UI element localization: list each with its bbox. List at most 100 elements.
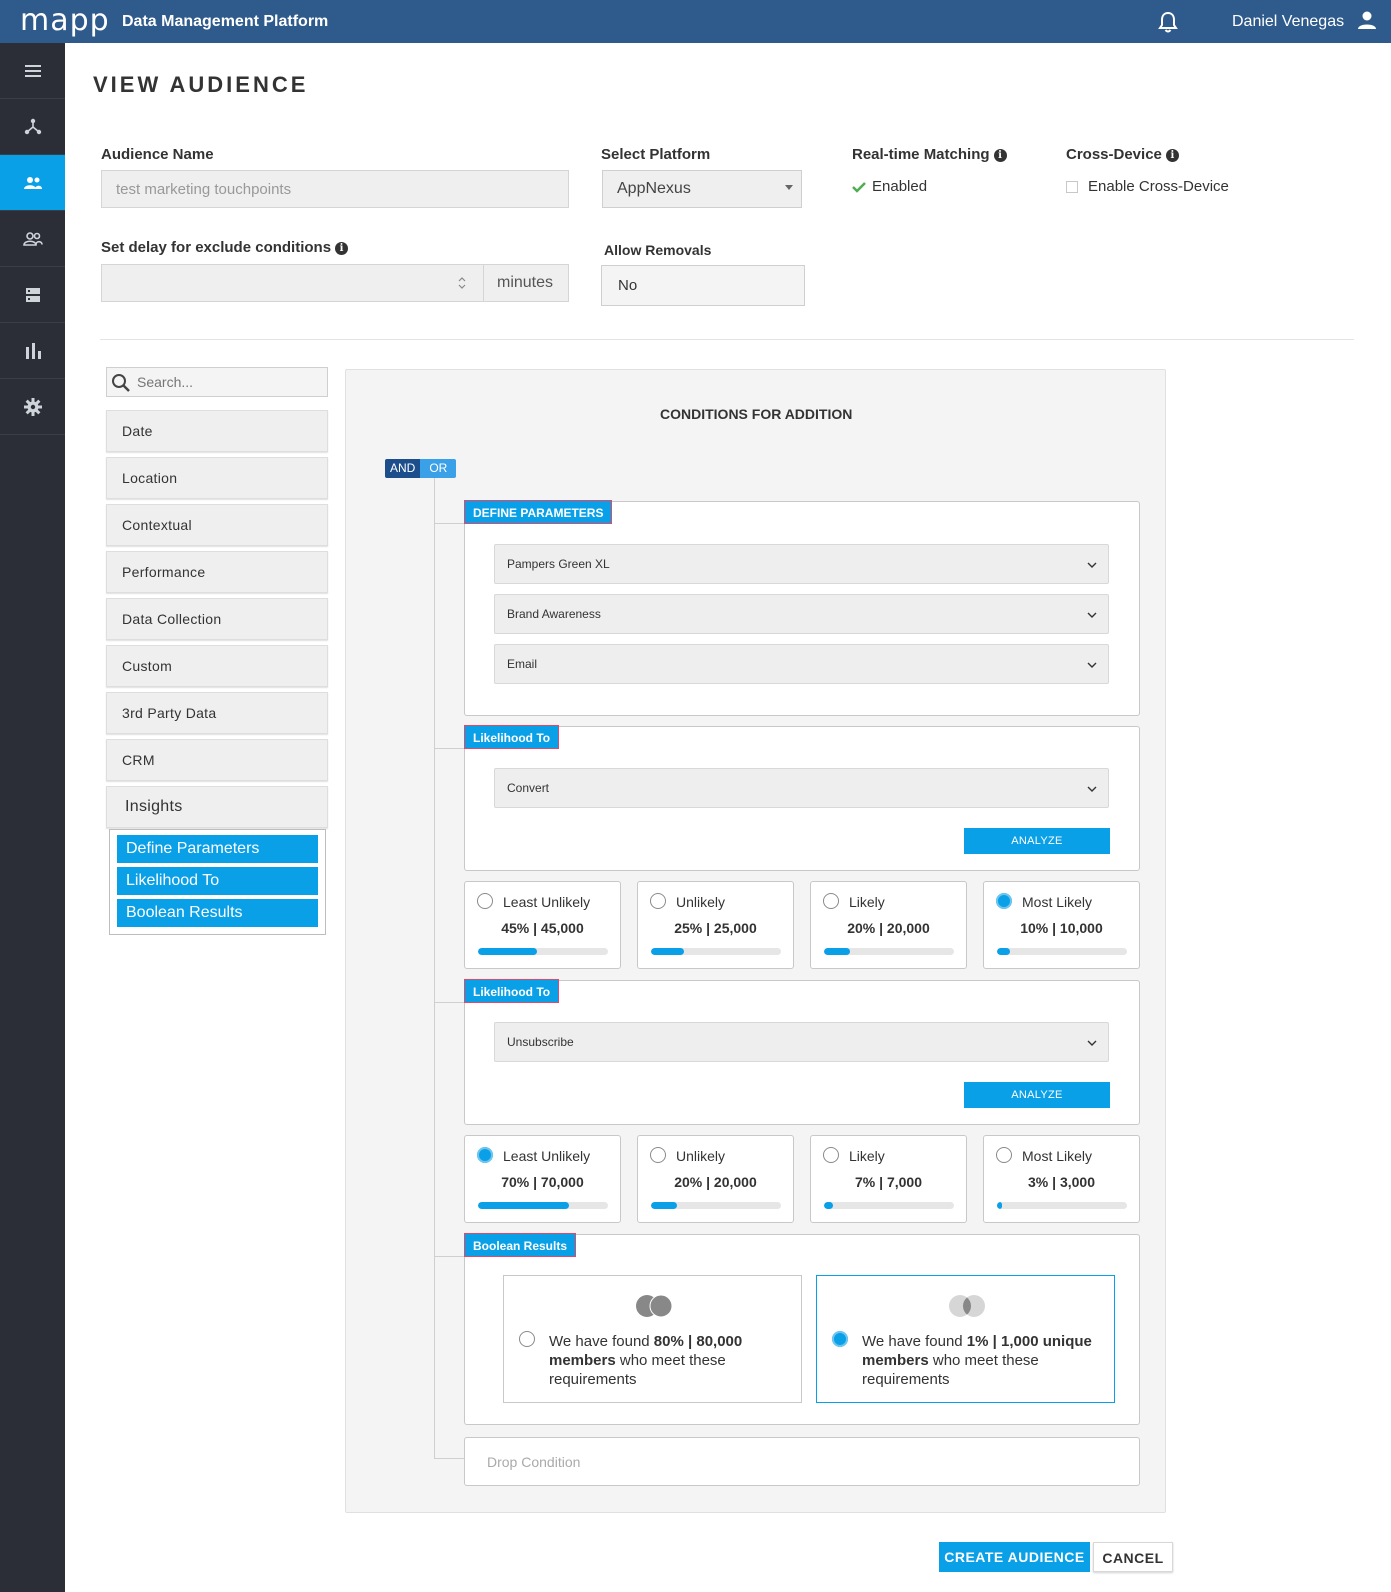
parameter-dropdown-goal[interactable]: Brand Awareness [494,594,1109,634]
sidebar-item-audience[interactable] [0,155,65,211]
and-or-toggle[interactable]: AND OR [385,459,457,478]
category-crm[interactable]: CRM [106,739,328,781]
dropdown-value: Convert [507,781,550,795]
category-location[interactable]: Location [106,457,328,499]
divider [100,339,1354,340]
likelihood-progress-bar [997,948,1127,955]
drop-condition-zone[interactable]: Drop Condition [464,1437,1140,1486]
venn-overlap-icon [636,1294,673,1318]
likelihood-radio[interactable] [996,1147,1012,1163]
likelihood-option-label: Least Unlikely [503,894,591,910]
bell-icon[interactable] [1158,11,1178,33]
and-button[interactable]: AND [385,459,421,478]
dropdown-value: Pampers Green XL [507,557,610,571]
boolean-radio[interactable] [832,1331,848,1347]
category-contextual[interactable]: Contextual [106,504,328,546]
sidebar-item-segments[interactable] [0,211,65,267]
likelihood-option-card[interactable]: Least Unlikely 45% | 45,000 [464,881,621,969]
check-icon [852,181,866,193]
category-date[interactable]: Date [106,410,328,452]
analyze-button[interactable]: ANALYZE [964,828,1110,854]
likelihood-radio[interactable] [823,893,839,909]
likelihood-option-card[interactable]: Unlikely 20% | 20,000 [637,1135,794,1223]
info-icon[interactable]: i [1165,149,1179,162]
category-3rd-party-data[interactable]: 3rd Party Data [106,692,328,734]
likelihood-option-card[interactable]: Likely 20% | 20,000 [810,881,967,969]
insight-likelihood-to[interactable]: Likelihood To [117,867,318,895]
likelihood-progress-bar [478,948,608,955]
info-icon[interactable]: i [335,242,349,255]
category-performance[interactable]: Performance [106,551,328,593]
likelihood-dropdown[interactable]: Unsubscribe [494,1022,1109,1062]
likelihood-radio[interactable] [823,1147,839,1163]
sidebar-item-settings[interactable] [0,379,65,435]
sidebar-item-menu[interactable] [0,43,65,99]
delay-input[interactable] [101,264,484,302]
likelihood-option-label: Least Unlikely [503,1148,591,1164]
likelihood-progress-bar [651,1202,781,1209]
chart-icon [25,342,41,359]
result-count: 80% | 80,000 [653,1333,743,1350]
define-parameters-tag: DEFINE PARAMETERS [464,500,613,524]
sidebar-item-network[interactable] [0,99,65,155]
likelihood-option-card[interactable]: Likely 7% | 7,000 [810,1135,967,1223]
boolean-result-text: We have found 80% | 80,000 members who m… [549,1332,794,1389]
likelihood-option-card[interactable]: Most Likely 3% | 3,000 [983,1135,1140,1223]
analyze-button[interactable]: ANALYZE [964,1082,1110,1108]
chevron-down-icon [1087,662,1097,668]
likelihood-option-card[interactable]: Most Likely 10% | 10,000 [983,881,1140,969]
likelihood-radio[interactable] [650,1147,666,1163]
likelihood-option-label: Likely [849,1148,885,1164]
search-input[interactable] [137,372,317,392]
likelihood-option-value: 25% | 25,000 [674,920,757,936]
realtime-status: Enabled [852,178,927,195]
sidebar-item-reports[interactable] [0,323,65,379]
likelihood-option-card[interactable]: Unlikely 25% | 25,000 [637,881,794,969]
cancel-button[interactable]: CANCEL [1093,1542,1173,1572]
parameter-dropdown-channel[interactable]: Email [494,644,1109,684]
parameter-dropdown-product[interactable]: Pampers Green XL [494,544,1109,584]
delay-label: Set delay for exclude conditions i [101,239,349,256]
tree-line [434,478,435,1458]
likelihood-progress-bar [478,1202,608,1209]
sidebar-item-data[interactable] [0,267,65,323]
caret-down-icon [785,185,793,190]
sidebar [0,43,65,1592]
removals-label: Allow Removals [604,242,712,258]
likelihood-radio[interactable] [650,893,666,909]
likelihood-radio[interactable] [996,893,1012,909]
search-box[interactable] [106,367,328,397]
realtime-value: Enabled [872,178,928,195]
boolean-result-unique[interactable]: We have found 1% | 1,000 unique members … [816,1275,1115,1403]
result-count: 1% | 1,000 unique [966,1333,1092,1350]
checkbox[interactable] [1066,180,1078,193]
or-button[interactable]: OR [420,459,457,478]
insight-define-parameters[interactable]: Define Parameters [117,835,318,863]
boolean-result-intersection[interactable]: We have found 80% | 80,000 members who m… [503,1275,802,1403]
likelihood-radio[interactable] [477,1147,493,1163]
insight-boolean-results[interactable]: Boolean Results [117,899,318,927]
mapp-logo[interactable]: mapp [20,4,110,38]
likelihood-radio[interactable] [477,893,493,909]
likelihood-option-label: Unlikely [676,1148,726,1164]
removals-select[interactable]: No [601,265,805,306]
category-insights[interactable]: Insights [106,786,328,828]
crossdevice-label: Cross-Device i [1066,146,1179,163]
create-audience-button[interactable]: CREATE AUDIENCE [939,1542,1090,1572]
audience-name-input[interactable]: test marketing touchpoints [101,170,569,208]
boolean-radio[interactable] [519,1331,535,1347]
category-data-collection[interactable]: Data Collection [106,598,328,640]
tree-branch [434,523,464,524]
crossdevice-checkbox[interactable]: Enable Cross-Device [1066,178,1229,195]
stepper-icon[interactable] [457,275,467,291]
user-name[interactable]: Daniel Venegas [1232,13,1344,31]
likelihood-progress-fill [997,1202,1002,1209]
platform-select[interactable]: AppNexus [602,170,802,208]
likelihood-option-card[interactable]: Least Unlikely 70% | 70,000 [464,1135,621,1223]
user-icon[interactable] [1357,10,1377,30]
likelihood-progress-bar [651,948,781,955]
info-icon[interactable]: i [993,149,1007,162]
category-custom[interactable]: Custom [106,645,328,687]
dropdown-value: Brand Awareness [507,607,601,621]
likelihood-dropdown[interactable]: Convert [494,768,1109,808]
